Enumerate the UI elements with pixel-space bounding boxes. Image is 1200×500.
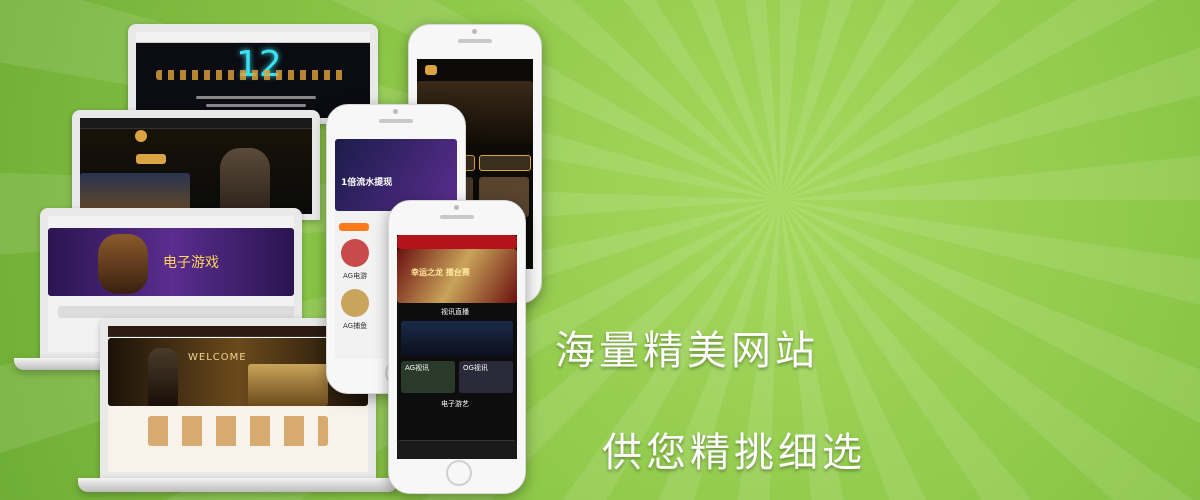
banner: 电子游戏 xyxy=(48,228,294,296)
laptop-2 xyxy=(72,110,320,220)
headline-line-2: 供您精挑细选 xyxy=(602,430,866,476)
person-photo xyxy=(148,348,178,406)
live-tile[interactable]: OG视讯 xyxy=(459,361,513,393)
casino-building xyxy=(248,364,328,406)
dragon-banner: 幸运之龙 擂台赛 xyxy=(397,249,517,303)
site-navbar xyxy=(136,32,370,43)
game-label: AG电游 xyxy=(343,272,368,280)
menu-button[interactable] xyxy=(479,155,531,171)
login-box xyxy=(136,154,166,164)
dragon-banner-text: 幸运之龙 擂台赛 xyxy=(411,268,470,277)
laptop-base xyxy=(78,478,398,492)
site-navbar xyxy=(80,118,312,129)
person-photo xyxy=(220,148,270,214)
speaker xyxy=(458,39,492,43)
tile-label: OG视讯 xyxy=(463,364,488,372)
phone-screen: 幸运之龙 擂台赛 视讯直播 AG视讯 OG视讯 电子游艺 xyxy=(397,235,517,459)
content-row xyxy=(58,306,294,318)
speaker xyxy=(440,215,474,219)
section-title: 视讯直播 xyxy=(441,308,469,316)
header-bar xyxy=(397,235,517,249)
logo xyxy=(135,130,147,142)
headline-line-1: 海量精美网站 xyxy=(555,328,819,374)
icon-row xyxy=(156,70,346,80)
game-label: AG捕鱼 xyxy=(343,322,368,330)
phone-front: 幸运之龙 擂台赛 视讯直播 AG视讯 OG视讯 电子游艺 xyxy=(388,200,526,494)
text-line xyxy=(206,104,306,107)
camera xyxy=(454,205,459,210)
section-tab[interactable] xyxy=(339,223,369,231)
laptop-screen xyxy=(80,118,312,214)
welcome-text: WELCOME xyxy=(188,352,247,363)
live-tile[interactable] xyxy=(401,321,513,357)
section-title: 电子游艺 xyxy=(441,400,469,408)
bottom-nav[interactable] xyxy=(397,440,517,459)
camera xyxy=(472,29,477,34)
text-line xyxy=(196,96,316,99)
live-tile[interactable]: AG视讯 xyxy=(401,361,455,393)
character xyxy=(98,234,148,294)
game-thumb[interactable] xyxy=(341,289,369,317)
laptop-screen: 12 xyxy=(136,32,370,118)
game-thumb[interactable] xyxy=(341,239,369,267)
promo-text: 1倍流水提现 xyxy=(341,178,393,188)
speaker xyxy=(379,119,413,123)
logo xyxy=(425,65,437,75)
home-button[interactable] xyxy=(446,460,472,486)
tile-label: AG视讯 xyxy=(405,364,430,372)
laptop-lid xyxy=(72,110,320,220)
game-icons xyxy=(148,416,328,446)
banner-title: 电子游戏 xyxy=(163,255,219,271)
camera xyxy=(393,109,398,114)
